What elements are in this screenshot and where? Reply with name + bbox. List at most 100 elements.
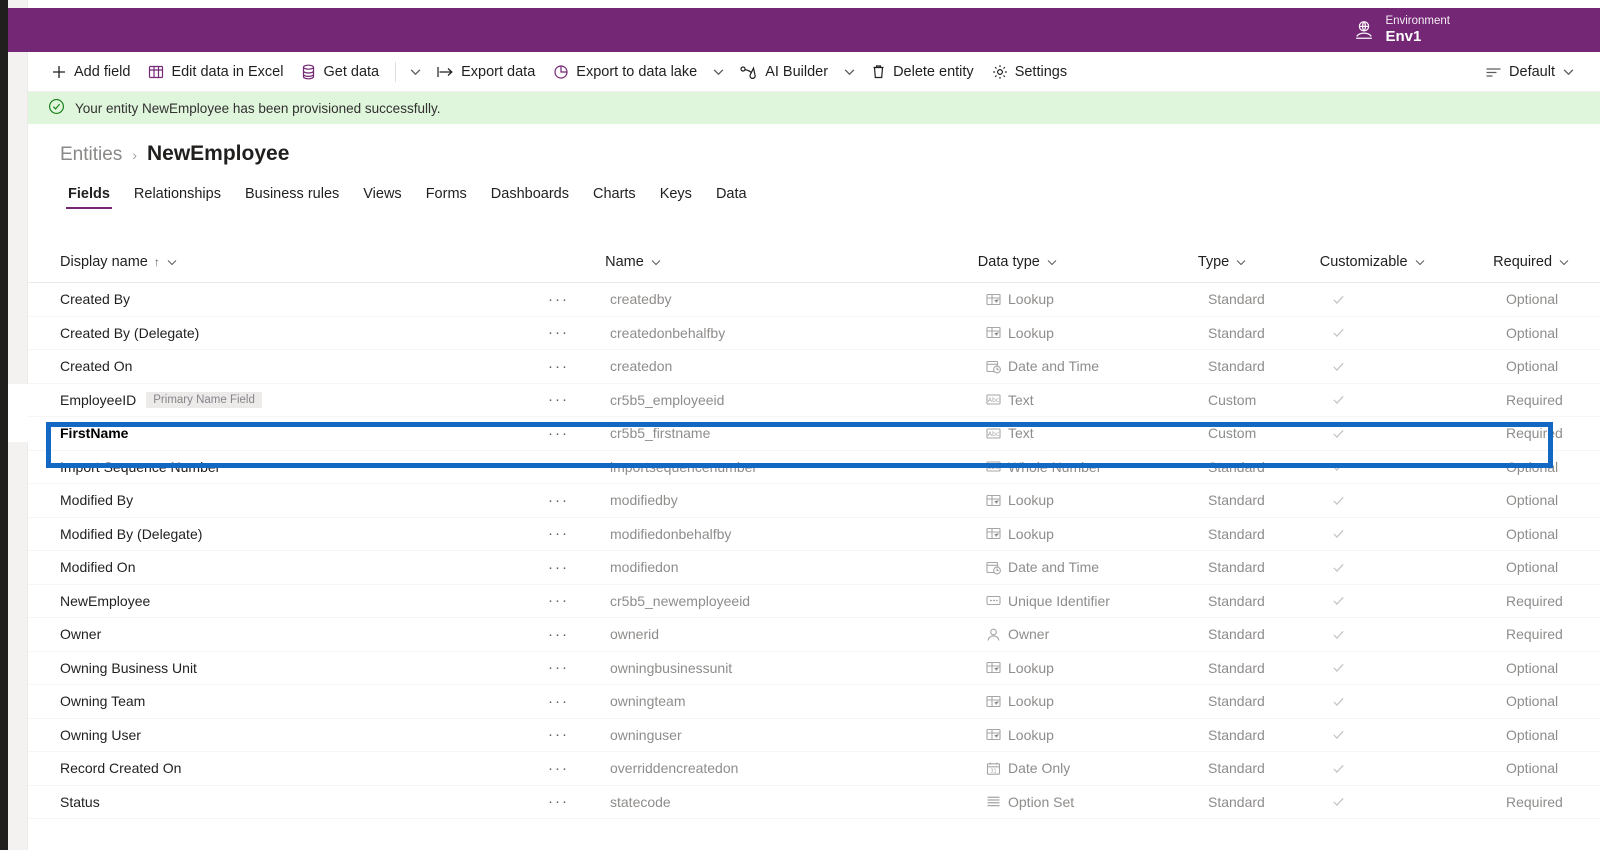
primary-name-field-badge: Primary Name Field xyxy=(146,391,262,408)
column-header-customizable[interactable]: Customizable xyxy=(1320,254,1493,270)
row-more-actions-button[interactable]: ··· xyxy=(548,525,610,542)
checkmark-icon xyxy=(1333,664,1344,673)
tab-keys-label: Keys xyxy=(659,186,692,202)
column-header-name[interactable]: Name xyxy=(605,254,978,270)
cell-required: Optional xyxy=(1506,324,1559,341)
field-display-name: Record Created On xyxy=(60,760,182,777)
page-title: NewEmployee xyxy=(146,142,290,165)
cell-display-name: Record Created On xyxy=(60,760,548,776)
field-display-name: Owning User xyxy=(60,726,141,743)
row-more-actions-button[interactable]: ··· xyxy=(548,626,610,643)
data-type-label: Text xyxy=(1008,425,1034,442)
column-header-customizable-label: Customizable xyxy=(1319,253,1408,270)
field-display-name: Created By (Delegate) xyxy=(60,324,200,341)
cell-customizable xyxy=(1331,694,1506,709)
export-data-button[interactable]: Export data xyxy=(428,59,544,85)
cell-schema-name: owningteam xyxy=(610,693,686,710)
breadcrumb-entities-link[interactable]: Entities xyxy=(60,144,122,166)
table-row[interactable]: Modified By ··· modifiedby Lookup Standard Op… xyxy=(28,484,1600,518)
column-header-display-name[interactable]: Display name ↑ xyxy=(60,254,544,270)
row-more-actions-button[interactable]: ··· xyxy=(548,391,610,408)
row-more-actions-button[interactable]: ··· xyxy=(548,291,610,308)
row-more-actions-button[interactable]: ··· xyxy=(548,559,610,576)
cell-customizable xyxy=(1331,493,1506,508)
column-header-type[interactable]: Type xyxy=(1198,254,1320,270)
table-row[interactable]: Import Sequence Number ··· importsequencen… xyxy=(28,451,1600,484)
row-more-actions-button[interactable]: ··· xyxy=(548,693,610,710)
cell-required: Optional xyxy=(1506,559,1559,576)
column-header-required[interactable]: Required xyxy=(1493,254,1570,270)
cell-required: Optional xyxy=(1506,358,1559,375)
tab-dashboards-label: Dashboards xyxy=(490,186,569,202)
dateonly-icon xyxy=(986,761,1001,775)
row-more-actions-button[interactable]: ··· xyxy=(548,726,610,743)
field-display-name: Created By xyxy=(60,291,131,308)
tab-business-rules-label: Business rules xyxy=(244,186,340,202)
table-row[interactable]: Created On ··· createdon Date and Time Stand… xyxy=(28,350,1600,384)
check-circle-icon xyxy=(48,98,65,118)
table-row[interactable]: Modified By (Delegate) ··· modifiedonbehal… xyxy=(28,518,1600,551)
table-row[interactable]: Owning Business Unit ··· owningbusinessuni… xyxy=(28,652,1600,685)
row-more-actions-button[interactable]: ··· xyxy=(548,425,610,442)
row-more-actions-button[interactable]: ··· xyxy=(548,659,610,676)
add-field-button[interactable]: Add field xyxy=(42,59,139,85)
row-more-actions-button[interactable]: ··· xyxy=(548,760,610,777)
cell-display-name: Created By xyxy=(60,291,548,307)
datetime-icon xyxy=(986,360,1001,374)
tab-dashboards[interactable]: Dashboards xyxy=(481,180,579,211)
row-more-actions-button[interactable]: ··· xyxy=(548,324,610,341)
tab-fields[interactable]: Fields xyxy=(58,180,120,211)
table-row[interactable]: EmployeeID Primary Name Field ··· cr5b5_emp… xyxy=(28,384,1600,417)
tab-forms[interactable]: Forms xyxy=(416,180,477,211)
row-more-actions-button[interactable]: ··· xyxy=(548,458,610,475)
cell-schema-name: createdby xyxy=(610,291,672,308)
table-row[interactable]: Created By ··· createdby Lookup Standard Opti… xyxy=(28,283,1600,317)
field-display-name: Owner xyxy=(60,626,102,643)
environment-selector[interactable]: Environment Env1 xyxy=(1353,15,1450,45)
cell-display-name: Owner xyxy=(60,626,548,642)
ai-builder-chevron-down-icon[interactable] xyxy=(837,59,862,84)
tab-data[interactable]: Data xyxy=(706,180,757,211)
cell-customizable xyxy=(1331,325,1506,340)
plus-icon xyxy=(51,64,67,80)
cell-display-name: EmployeeID Primary Name Field xyxy=(60,391,548,408)
delete-entity-button[interactable]: Delete entity xyxy=(862,59,983,85)
table-row[interactable]: FirstName ··· cr5b5_firstname Text Custom Req… xyxy=(28,417,1600,451)
row-more-actions-button[interactable]: ··· xyxy=(548,592,610,609)
table-row[interactable]: Owning User ··· owninguser Lookup Standard Op… xyxy=(28,719,1600,752)
table-row[interactable]: NewEmployee ··· cr5b5_newemployeeid Unique … xyxy=(28,585,1600,618)
cell-display-name: Owning Business Unit xyxy=(60,660,548,676)
tab-keys[interactable]: Keys xyxy=(650,180,702,211)
environment-value: Env1 xyxy=(1385,27,1422,45)
export-to-data-lake-button[interactable]: Export to data lake xyxy=(544,59,706,85)
cell-customizable xyxy=(1331,292,1506,307)
settings-button[interactable]: Settings xyxy=(983,59,1076,85)
table-row[interactable]: Created By (Delegate) ··· createdonbehalfb… xyxy=(28,317,1600,350)
export-to-data-lake-chevron-down-icon[interactable] xyxy=(706,59,731,84)
tab-relationships[interactable]: Relationships xyxy=(124,180,231,211)
table-row[interactable]: Owner ··· ownerid Owner Standard Required xyxy=(28,618,1600,652)
edit-data-in-excel-button[interactable]: Edit data in Excel xyxy=(139,59,292,85)
cell-display-name: Import Sequence Number xyxy=(60,459,548,475)
cell-data-type: Date and Time xyxy=(986,358,1208,374)
tab-charts[interactable]: Charts xyxy=(583,180,646,211)
table-row[interactable]: Owning Team ··· owningteam Lookup Standard Op… xyxy=(28,685,1600,719)
tab-views[interactable]: Views xyxy=(353,180,411,211)
row-more-actions-button[interactable]: ··· xyxy=(548,492,610,509)
get-data-chevron-down-icon[interactable] xyxy=(403,59,428,84)
ai-builder-button[interactable]: AI Builder xyxy=(731,59,837,85)
environment-label: Environment xyxy=(1385,14,1450,27)
cell-required: Required xyxy=(1506,793,1563,810)
cell-display-name: Created By (Delegate) xyxy=(60,325,548,341)
column-header-data-type-chevron-down-icon xyxy=(1046,256,1058,268)
get-data-button[interactable]: Get data xyxy=(292,59,388,85)
row-more-actions-button[interactable]: ··· xyxy=(548,793,610,810)
column-header-data-type[interactable]: Data type xyxy=(978,254,1198,270)
view-selector[interactable]: Default xyxy=(1476,59,1584,85)
table-row[interactable]: Record Created On ··· overriddencreatedon D… xyxy=(28,752,1600,786)
table-row[interactable]: Status ··· statecode Option Set Standard Requ… xyxy=(28,786,1600,819)
table-row[interactable]: Modified On ··· modifiedon Date and Time Sta… xyxy=(28,551,1600,585)
tab-business-rules[interactable]: Business rules xyxy=(235,180,349,211)
row-more-actions-button[interactable]: ··· xyxy=(548,358,610,375)
checkmark-icon xyxy=(1333,429,1344,438)
